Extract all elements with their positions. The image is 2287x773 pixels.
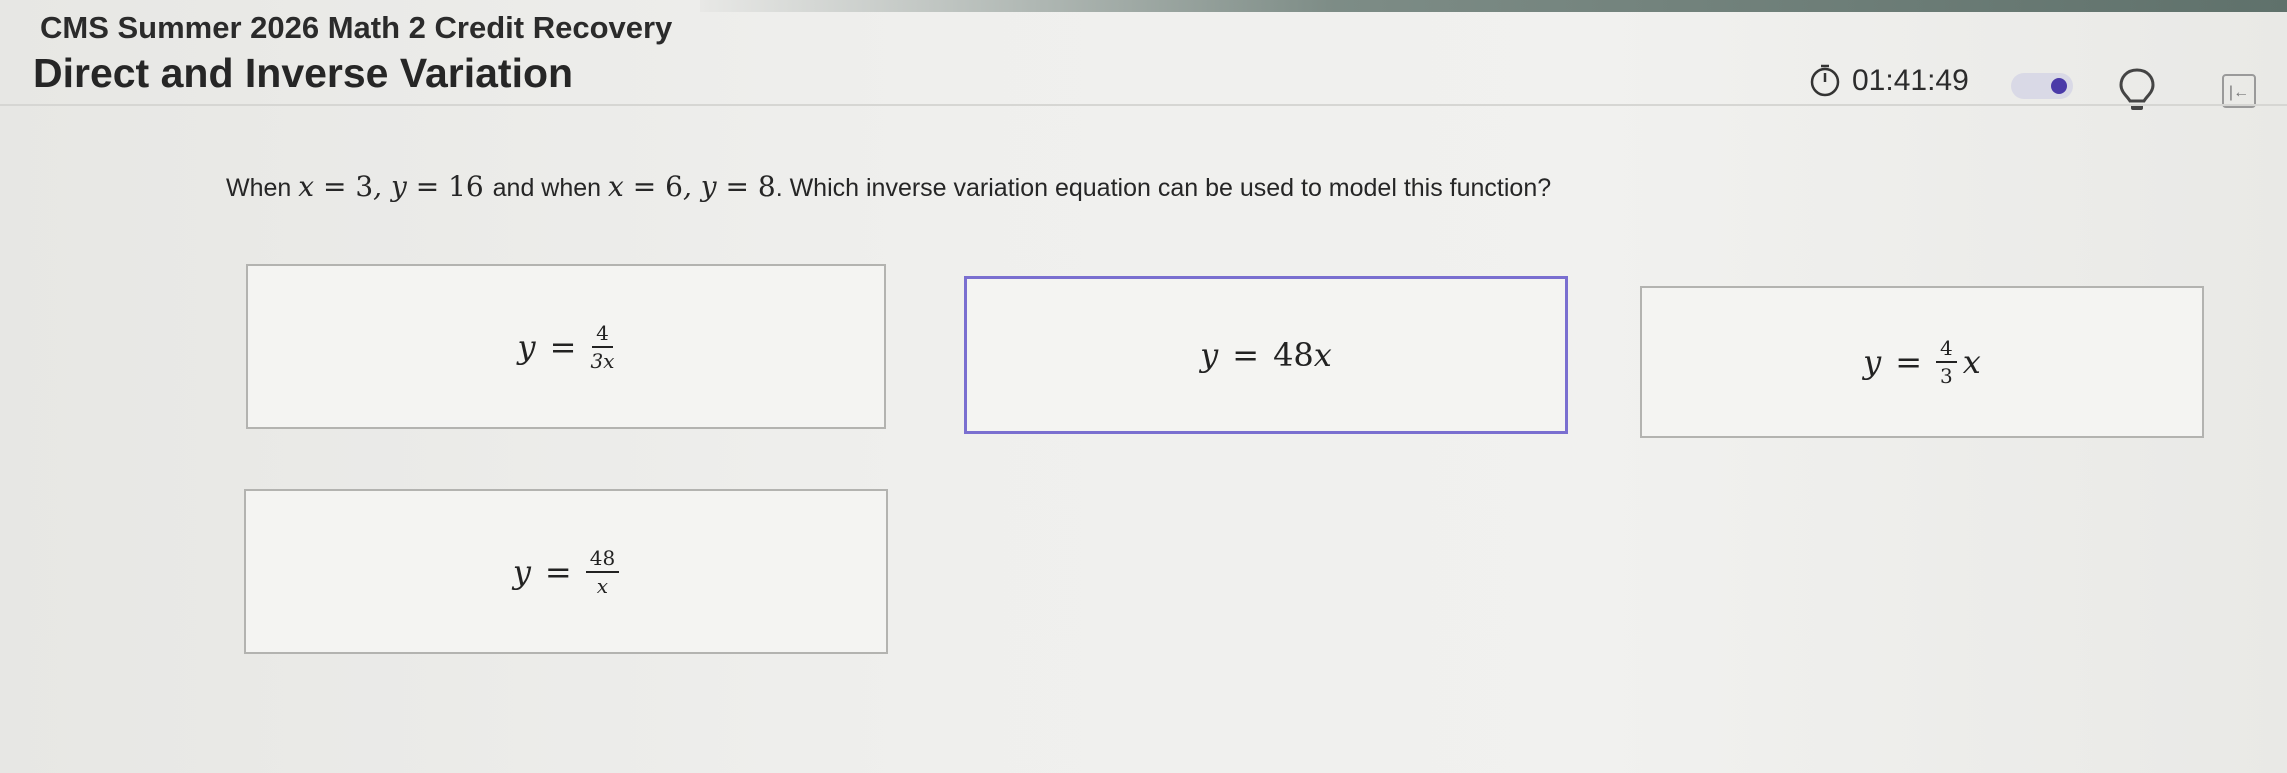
choice-d-equation: y = 48 x — [513, 548, 620, 596]
timer: 01:41:49 — [1808, 64, 1969, 98]
question-text-tail: . Which inverse variation equation can b… — [775, 174, 1552, 202]
answer-choice-c[interactable]: y = 4 3 x — [1640, 286, 2204, 438]
toggle-knob — [2051, 78, 2067, 94]
course-title: CMS Summer 2026 Math 2 Credit Recovery — [40, 10, 673, 45]
choice-a-fraction: 4 3x — [590, 320, 615, 373]
lesson-title: Direct and Inverse Variation — [33, 50, 574, 96]
choice-c-fraction: 4 3 — [1936, 338, 1957, 386]
choice-a-equation: y = 4 3x — [517, 320, 615, 373]
top-window-strip — [700, 0, 2287, 12]
math-x1: x = 3, y = 16 — [298, 170, 484, 203]
screen: CMS Summer 2026 Math 2 Credit Recovery D… — [0, 0, 2287, 773]
collapse-panel-icon[interactable]: |← — [2222, 74, 2256, 108]
choice-c-equation: y = 4 3 x — [1863, 336, 1981, 388]
settings-toggle[interactable] — [2011, 73, 2073, 99]
answer-choice-a[interactable]: y = 4 3x — [246, 264, 886, 429]
lightbulb-icon[interactable] — [2117, 66, 2157, 116]
question-text-and: and when — [492, 174, 602, 202]
answer-choice-b[interactable]: y = 48x — [964, 276, 1568, 434]
question-text-when: When — [226, 174, 292, 202]
header-divider — [0, 104, 2287, 106]
question-prompt: When x = 3, y = 16 and when x = 6, y = 8… — [226, 170, 1551, 203]
stopwatch-icon — [1810, 64, 1840, 97]
choice-d-fraction: 48 x — [585, 548, 620, 596]
choice-b-equation: y = 48x — [1200, 336, 1332, 374]
timer-value: 01:41:49 — [1852, 64, 1969, 97]
answer-choice-d[interactable]: y = 48 x — [244, 489, 888, 654]
math-x2: x = 6, y = 8 — [608, 170, 776, 203]
